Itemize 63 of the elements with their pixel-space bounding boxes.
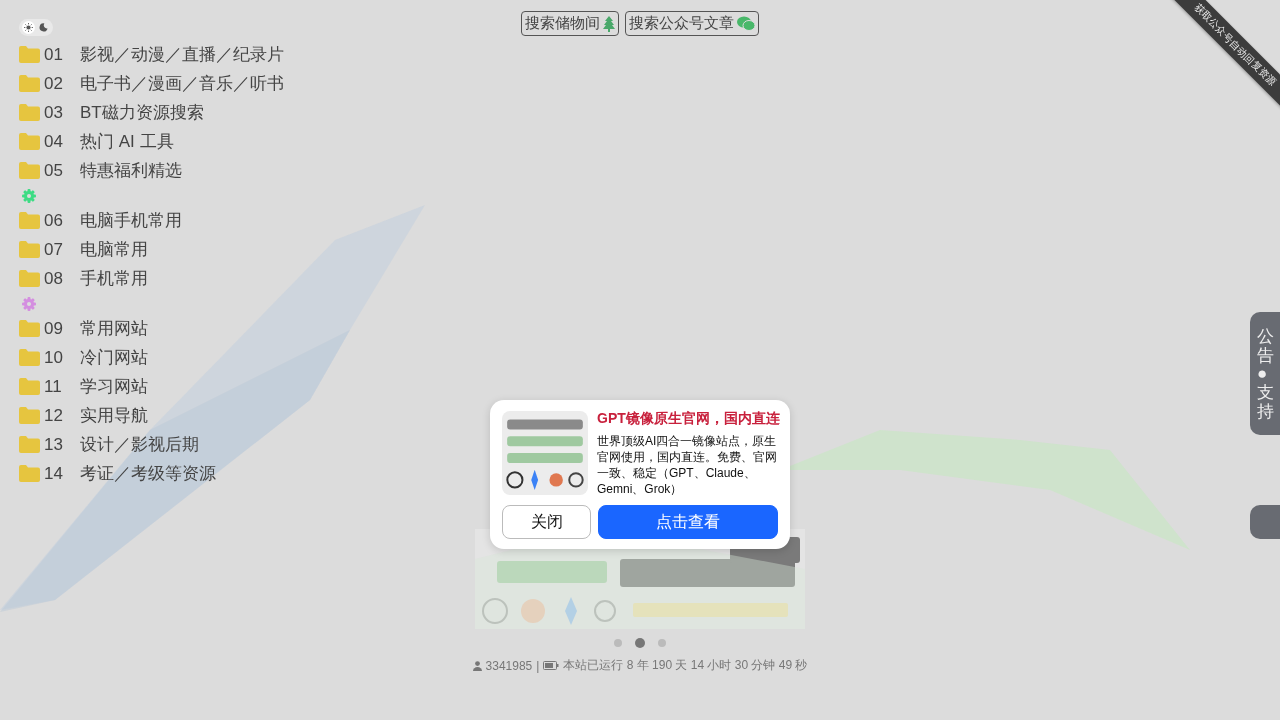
- announcement-tab[interactable]: 公告●支持: [1250, 312, 1280, 436]
- item-number: 01: [44, 44, 64, 65]
- category-link[interactable]: 影视／动漫／直播／纪录片: [80, 43, 284, 66]
- category-link[interactable]: 设计／影视后期: [80, 433, 199, 456]
- category-link[interactable]: 热门 AI 工具: [80, 130, 174, 153]
- folder-icon: [19, 349, 40, 366]
- carousel-dot[interactable]: [635, 638, 645, 648]
- item-number: 07: [44, 239, 64, 260]
- tree-icon: [603, 15, 615, 32]
- view-button[interactable]: 点击查看: [598, 505, 778, 539]
- category-link[interactable]: 手机常用: [80, 267, 148, 290]
- item-number: 03: [44, 102, 64, 123]
- folder-icon: [19, 75, 40, 92]
- category-link[interactable]: 电子书／漫画／音乐／听书: [80, 72, 284, 95]
- theme-toggle[interactable]: [19, 19, 53, 36]
- battery-icon: [543, 661, 560, 670]
- folder-icon: [19, 46, 40, 63]
- category-link[interactable]: 学习网站: [80, 375, 148, 398]
- item-number: 04: [44, 131, 64, 152]
- item-number: 05: [44, 160, 64, 181]
- category-link[interactable]: 常用网站: [80, 317, 148, 340]
- user-icon: [472, 660, 482, 671]
- sun-icon: [24, 23, 33, 32]
- folder-icon: [19, 104, 40, 121]
- category-link[interactable]: 特惠福利精选: [80, 159, 182, 182]
- category-link[interactable]: BT磁力资源搜索: [80, 101, 204, 124]
- folder-icon: [19, 407, 40, 424]
- item-number: 02: [44, 73, 64, 94]
- visit-count: 3341985: [485, 658, 533, 673]
- item-number: 10: [44, 347, 64, 368]
- folder-icon: [19, 212, 40, 229]
- category-link[interactable]: 实用导航: [80, 404, 148, 427]
- promo-description: 世界顶级AI四合一镜像站点，原生官网使用，国内直连。免费、官网一致、稳定（GPT、Claude、Gemni、Grok）: [597, 433, 778, 497]
- carousel-dot[interactable]: [658, 639, 666, 647]
- folder-icon: [19, 270, 40, 287]
- moon-icon: [39, 23, 48, 32]
- item-number: 13: [44, 434, 64, 455]
- search-link[interactable]: 搜索储物间: [521, 11, 619, 36]
- folder-icon: [19, 241, 40, 258]
- folder-icon: [19, 320, 40, 337]
- category-link[interactable]: 冷门网站: [80, 346, 148, 369]
- item-number: 11: [44, 376, 63, 397]
- item-number: 06: [44, 210, 64, 231]
- side-tab[interactable]: [1250, 505, 1280, 540]
- category-link[interactable]: 考证／考级等资源: [80, 462, 216, 485]
- category-link[interactable]: 电脑常用: [80, 238, 148, 261]
- search-link[interactable]: 搜索公众号文章: [625, 11, 759, 36]
- separator: |: [536, 658, 540, 673]
- item-number: 08: [44, 268, 64, 289]
- item-number: 12: [44, 405, 64, 426]
- chat-bubbles-icon: [737, 16, 755, 31]
- folder-icon: [19, 378, 40, 395]
- category-link[interactable]: 电脑手机常用: [80, 209, 182, 232]
- folder-icon: [19, 133, 40, 150]
- close-button[interactable]: 关闭: [502, 505, 591, 539]
- item-number: 14: [44, 463, 64, 484]
- folder-icon: [19, 436, 40, 453]
- folder-icon: [19, 162, 40, 179]
- promo-title: GPT镜像原生官网，国内直连: [597, 410, 780, 428]
- folder-icon: [19, 465, 40, 482]
- uptime-text: 本站已运行 8 年 190 天 14 小时 30 分钟 49 秒: [563, 657, 808, 674]
- item-number: 09: [44, 318, 64, 339]
- carousel-dot[interactable]: [614, 639, 622, 647]
